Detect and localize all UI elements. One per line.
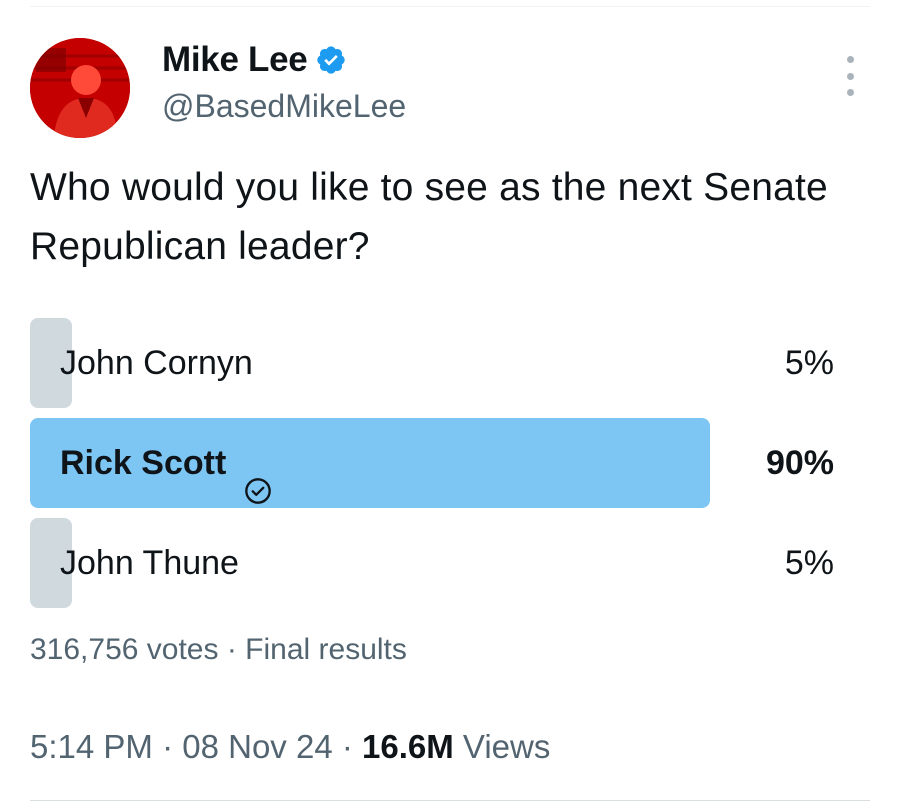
- poll-option-text: Rick Scott: [60, 444, 227, 482]
- poll-option-percent: 5%: [784, 344, 834, 382]
- poll-meta: 316,756 votes · Final results: [30, 630, 407, 670]
- views-label: Views: [462, 728, 551, 765]
- poll-option: John Thune 5%: [30, 518, 840, 608]
- views-count: 16.6M: [362, 728, 454, 765]
- tweet-date[interactable]: 08 Nov 24: [182, 728, 332, 765]
- tweet-time[interactable]: 5:14 PM: [30, 728, 153, 765]
- author-name[interactable]: Mike Lee: [162, 40, 347, 80]
- poll-option-label: John Thune: [60, 518, 239, 608]
- check-circle-icon: [244, 449, 272, 504]
- tweet-meta: 5:14 PM · 08 Nov 24 · 16.6M Views: [30, 725, 550, 769]
- poll-option-percent: 90%: [765, 444, 834, 482]
- author-handle[interactable]: @BasedMikeLee: [162, 86, 406, 126]
- tweet-text: Who would you like to see as the next Se…: [30, 166, 828, 268]
- more-vertical-icon[interactable]: [838, 56, 862, 96]
- poll-votes: 316,756 votes: [30, 633, 219, 666]
- author-name-text[interactable]: Mike Lee: [162, 40, 308, 80]
- poll-option-text: John Thune: [60, 544, 239, 582]
- meta-separator: ·: [341, 728, 353, 765]
- poll-option: John Cornyn 5%: [30, 318, 840, 408]
- verified-badge-icon[interactable]: [315, 44, 347, 76]
- poll-option-label: Rick Scott: [60, 418, 272, 508]
- poll-option-percent: 5%: [784, 544, 834, 582]
- meta-separator: ·: [162, 728, 174, 765]
- poll-option-text: John Cornyn: [60, 344, 253, 382]
- poll-separator: ·: [226, 633, 237, 666]
- avatar[interactable]: [30, 38, 130, 138]
- poll-option-label: John Cornyn: [60, 318, 253, 408]
- poll-status: Final results: [245, 633, 407, 666]
- top-divider: [30, 6, 870, 7]
- avatar-image: [30, 38, 130, 138]
- poll-option: Rick Scott 90%: [30, 418, 840, 508]
